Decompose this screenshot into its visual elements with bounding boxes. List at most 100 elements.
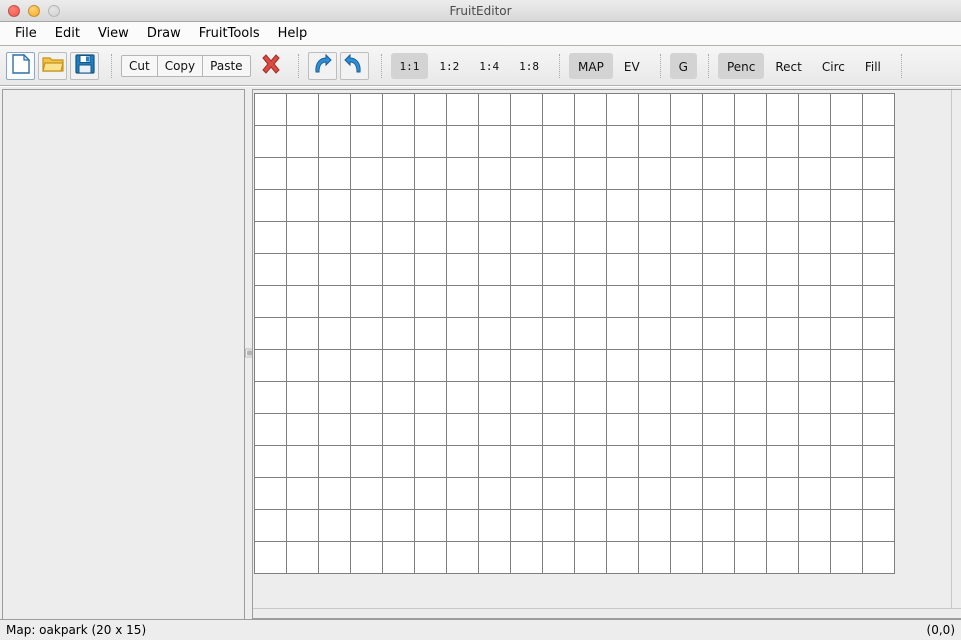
minimize-window-button[interactable] [28,4,40,17]
map-cell[interactable] [831,542,863,574]
map-cell[interactable] [351,446,383,478]
map-cell[interactable] [639,446,671,478]
map-cell[interactable] [735,446,767,478]
map-cell[interactable] [351,190,383,222]
map-cell[interactable] [703,510,735,542]
map-cell[interactable] [543,382,575,414]
menu-item-edit[interactable]: Edit [46,23,89,45]
map-cell[interactable] [671,350,703,382]
map-cell[interactable] [415,382,447,414]
map-cell[interactable] [479,318,511,350]
map-cell[interactable] [511,510,543,542]
map-cell[interactable] [543,446,575,478]
map-cell[interactable] [287,222,319,254]
open-file-button[interactable] [38,51,67,80]
cut-button[interactable]: Cut [121,54,158,77]
map-cell[interactable] [575,318,607,350]
map-cell[interactable] [351,382,383,414]
map-cell[interactable] [799,382,831,414]
map-cell[interactable] [351,350,383,382]
map-cell[interactable] [543,286,575,318]
map-cell[interactable] [703,190,735,222]
map-cell[interactable] [671,126,703,158]
menu-item-fruittools[interactable]: FruitTools [190,23,269,45]
map-cell[interactable] [479,94,511,126]
map-cell[interactable] [799,94,831,126]
map-cell[interactable] [287,94,319,126]
map-cell[interactable] [639,350,671,382]
map-cell[interactable] [575,350,607,382]
map-cell[interactable] [639,222,671,254]
map-cell[interactable] [255,286,287,318]
map-cell[interactable] [319,382,351,414]
map-cell[interactable] [735,158,767,190]
menu-item-draw[interactable]: Draw [138,23,190,45]
map-cell[interactable] [767,446,799,478]
map-cell[interactable] [863,94,895,126]
map-cell[interactable] [767,542,799,574]
map-cell[interactable] [479,158,511,190]
map-cell[interactable] [287,254,319,286]
map-cell[interactable] [447,446,479,478]
map-cell[interactable] [287,158,319,190]
map-cell[interactable] [543,414,575,446]
map-cell[interactable] [863,222,895,254]
map-cell[interactable] [479,510,511,542]
map-cell[interactable] [447,190,479,222]
map-cell[interactable] [735,510,767,542]
map-cell[interactable] [671,94,703,126]
map-cell[interactable] [767,510,799,542]
canvas-horizontal-scrollbar[interactable] [253,608,961,618]
map-cell[interactable] [607,94,639,126]
map-cell[interactable] [575,478,607,510]
map-cell[interactable] [703,158,735,190]
map-cell[interactable] [703,126,735,158]
tool-circle-button[interactable]: Circ [813,53,854,79]
map-cell[interactable] [799,510,831,542]
map-cell[interactable] [703,350,735,382]
map-cell[interactable] [511,542,543,574]
map-cell[interactable] [863,542,895,574]
zoom-1-4-button[interactable]: 1:4 [470,53,508,79]
map-cell[interactable] [767,318,799,350]
map-cell[interactable] [831,350,863,382]
map-cell[interactable] [735,286,767,318]
map-cell[interactable] [831,222,863,254]
map-cell[interactable] [383,222,415,254]
map-cell[interactable] [447,510,479,542]
undo-button[interactable] [307,51,337,80]
map-cell[interactable] [255,350,287,382]
map-cell[interactable] [415,94,447,126]
map-cell[interactable] [543,350,575,382]
menu-item-view[interactable]: View [89,23,138,45]
map-cell[interactable] [607,510,639,542]
map-cell[interactable] [415,414,447,446]
map-cell[interactable] [319,254,351,286]
map-cell[interactable] [415,254,447,286]
map-cell[interactable] [703,542,735,574]
map-cell[interactable] [639,158,671,190]
map-cell[interactable] [511,254,543,286]
map-cell[interactable] [575,510,607,542]
map-cell[interactable] [703,254,735,286]
map-cell[interactable] [703,446,735,478]
map-cell[interactable] [543,94,575,126]
map-cell[interactable] [351,318,383,350]
map-cell[interactable] [287,542,319,574]
map-cell[interactable] [799,126,831,158]
map-cell[interactable] [863,414,895,446]
map-cell[interactable] [319,478,351,510]
map-cell[interactable] [799,286,831,318]
map-cell[interactable] [351,126,383,158]
map-cell[interactable] [575,190,607,222]
map-cell[interactable] [383,478,415,510]
map-cell[interactable] [767,158,799,190]
map-cell[interactable] [255,126,287,158]
tool-rect-button[interactable]: Rect [766,53,810,79]
map-cell[interactable] [735,126,767,158]
map-cell[interactable] [511,414,543,446]
map-cell[interactable] [447,158,479,190]
map-cell[interactable] [511,190,543,222]
zoom-1-8-button[interactable]: 1:8 [510,53,548,79]
map-cell[interactable] [639,542,671,574]
